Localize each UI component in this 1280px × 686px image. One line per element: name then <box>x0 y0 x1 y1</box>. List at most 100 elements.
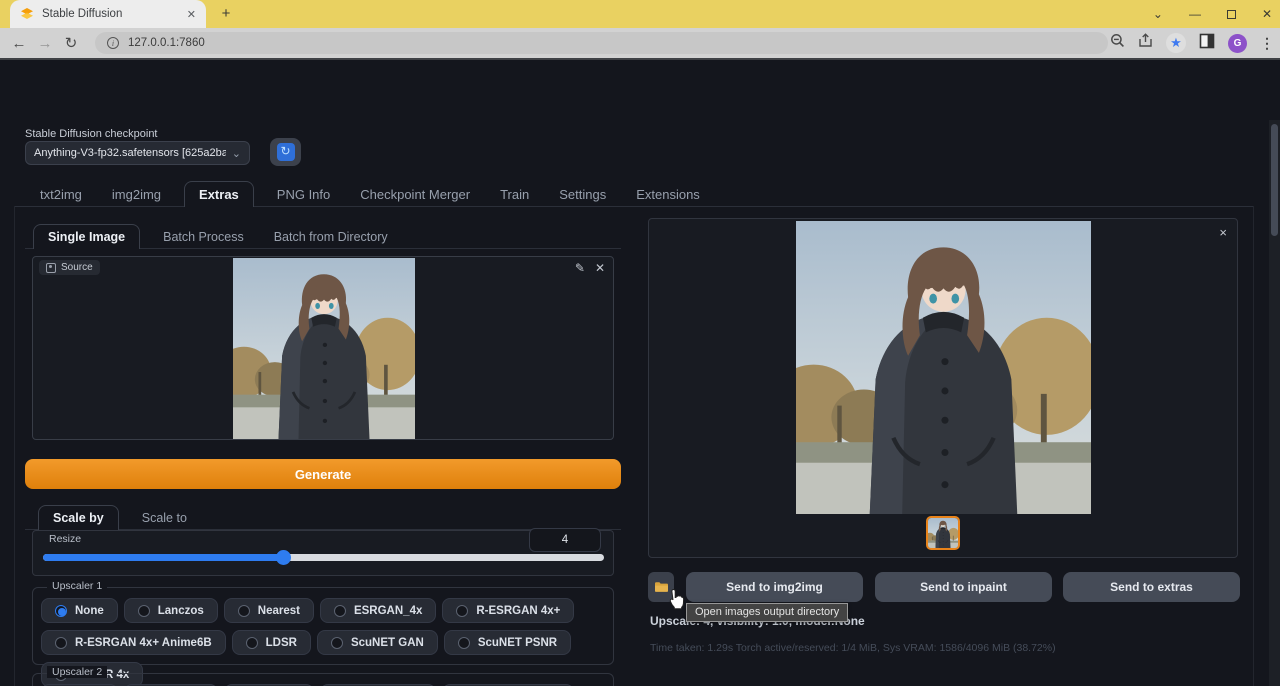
scrollbar-thumb[interactable] <box>1271 124 1278 236</box>
upscaler1-option-none[interactable]: None <box>41 598 118 623</box>
source-label-pill: Source <box>39 260 100 275</box>
main-tabs: txt2img img2img Extras PNG Info Checkpoint M… <box>25 179 715 207</box>
radio-icon <box>246 637 258 649</box>
favicon-icon <box>20 7 34 21</box>
browser-toolbar: ← → ↻ i 127.0.0.1:7860 ★ G ⋮ <box>0 28 1280 58</box>
share-icon[interactable] <box>1138 33 1153 53</box>
option-label: ScuNET PSNR <box>478 637 557 649</box>
zoom-icon[interactable] <box>1110 33 1125 53</box>
url-bar[interactable]: i 127.0.0.1:7860 <box>95 32 1108 54</box>
page-info-icon[interactable]: i <box>107 37 119 49</box>
tab-close-icon[interactable]: ✕ <box>187 8 196 21</box>
radio-icon <box>55 637 67 649</box>
slider-handle[interactable] <box>276 550 291 565</box>
tab-checkpoint-merger[interactable]: Checkpoint Merger <box>358 182 472 207</box>
browser-menu-icon[interactable]: ⋮ <box>1260 35 1274 52</box>
scale-tab-scale-to[interactable]: Scale to <box>140 506 189 530</box>
footer-stats-text: Time taken: 1.29s Torch active/reserved:… <box>650 642 1056 654</box>
browser-titlebar: Stable Diffusion ✕ + ⌄ — ✕ <box>0 0 1280 28</box>
upscaler1-option-scunet-psnr[interactable]: ScuNET PSNR <box>444 630 571 655</box>
upscaler1-option-lanczos[interactable]: Lanczos <box>124 598 218 623</box>
resize-label: Resize <box>49 533 81 545</box>
result-gallery-panel: × <box>648 218 1238 558</box>
minimize-button[interactable]: — <box>1189 7 1201 21</box>
close-gallery-icon[interactable]: × <box>1219 225 1227 240</box>
subtab-batch-process[interactable]: Batch Process <box>161 225 246 249</box>
edit-image-icon[interactable]: ✎ <box>575 261 585 275</box>
generate-button[interactable]: Generate <box>25 459 621 489</box>
back-button[interactable]: ← <box>6 35 32 52</box>
result-thumbnail-selected[interactable] <box>926 516 960 550</box>
browser-tab-title: Stable Diffusion <box>42 8 179 20</box>
source-label: Source <box>61 262 93 273</box>
webui-page: Stable Diffusion checkpoint Anything-V3-… <box>0 60 1280 686</box>
checkpoint-value: Anything-V3-fp32.safetensors [625a2ba2] <box>34 147 226 159</box>
scale-tabs: Scale by Scale to <box>30 501 202 530</box>
upscaler2-label: Upscaler 2 <box>47 666 107 678</box>
clear-image-icon[interactable]: ✕ <box>595 261 605 275</box>
radio-icon <box>138 605 150 617</box>
page-scrollbar[interactable] <box>1269 120 1280 686</box>
window-close-button[interactable]: ✕ <box>1262 7 1272 21</box>
resize-panel: Resize 4 <box>32 530 614 576</box>
option-label: ESRGAN_4x <box>354 605 422 617</box>
chevron-down-icon: ⌄ <box>232 147 241 160</box>
radio-icon <box>458 637 470 649</box>
refresh-checkpoint-button[interactable]: ↻ <box>270 138 301 166</box>
folder-icon <box>654 581 669 593</box>
upscaler2-group: Upscaler 2 NoneLanczosNearestESRGAN_4xR-… <box>32 673 614 686</box>
source-image[interactable] <box>233 258 415 439</box>
tab-png-info[interactable]: PNG Info <box>275 182 332 207</box>
tab-train[interactable]: Train <box>498 182 531 207</box>
tab-txt2img[interactable]: txt2img <box>38 182 84 207</box>
option-label: LDSR <box>266 637 297 649</box>
upscaler1-option-scunet-gan[interactable]: ScuNET GAN <box>317 630 438 655</box>
side-panel-icon[interactable] <box>1199 33 1215 54</box>
subtab-batch-from-directory[interactable]: Batch from Directory <box>272 225 390 249</box>
image-icon <box>46 263 56 273</box>
radio-icon <box>238 605 250 617</box>
url-text[interactable]: 127.0.0.1:7860 <box>128 37 205 49</box>
source-image-dropzone[interactable]: Source ✎ ✕ <box>32 256 614 440</box>
scale-tab-scale-by[interactable]: Scale by <box>38 505 119 530</box>
bookmark-star-icon[interactable]: ★ <box>1166 33 1186 53</box>
tab-search-chevron-icon[interactable]: ⌄ <box>1153 7 1163 21</box>
browser-tab[interactable]: Stable Diffusion ✕ <box>10 0 206 28</box>
resize-slider[interactable] <box>43 554 604 561</box>
resize-number-input[interactable]: 4 <box>529 528 601 552</box>
upscaler1-group: Upscaler 1 NoneLanczosNearestESRGAN_4xR-… <box>32 587 614 665</box>
new-tab-button[interactable]: + <box>218 6 234 22</box>
checkpoint-label: Stable Diffusion checkpoint <box>25 128 158 140</box>
option-label: R-ESRGAN 4x+ <box>476 605 560 617</box>
generate-label: Generate <box>295 467 351 482</box>
subtab-single-image[interactable]: Single Image <box>33 224 140 249</box>
result-image[interactable] <box>796 221 1091 514</box>
upscaler1-option-ldsr[interactable]: LDSR <box>232 630 311 655</box>
refresh-icon: ↻ <box>277 143 295 161</box>
upscaler1-option-nearest[interactable]: Nearest <box>224 598 314 623</box>
upscaler1-option-r-esrgan-4x-anime6b[interactable]: R-ESRGAN 4x+ Anime6B <box>41 630 226 655</box>
option-label: None <box>75 605 104 617</box>
button-send-to-img2img[interactable]: Send to img2img <box>686 572 863 602</box>
button-send-to-extras[interactable]: Send to extras <box>1063 572 1240 602</box>
upscaler1-option-r-esrgan-4x[interactable]: R-ESRGAN 4x+ <box>442 598 574 623</box>
option-label: Lanczos <box>158 605 204 617</box>
reload-button[interactable]: ↻ <box>58 34 84 52</box>
upscaler1-label: Upscaler 1 <box>47 580 107 592</box>
tab-settings[interactable]: Settings <box>557 182 608 207</box>
tab-img2img[interactable]: img2img <box>110 182 163 207</box>
option-label: ScuNET GAN <box>351 637 424 649</box>
radio-icon <box>55 605 67 617</box>
tab-extensions[interactable]: Extensions <box>634 182 702 207</box>
maximize-button[interactable] <box>1227 10 1236 19</box>
tab-extras[interactable]: Extras <box>184 181 254 207</box>
option-label: R-ESRGAN 4x+ Anime6B <box>75 637 212 649</box>
radio-icon <box>331 637 343 649</box>
profile-avatar[interactable]: G <box>1228 34 1247 53</box>
upscaler1-option-esrgan-4x[interactable]: ESRGAN_4x <box>320 598 436 623</box>
button-send-to-inpaint[interactable]: Send to inpaint <box>875 572 1052 602</box>
slider-fill <box>43 554 284 561</box>
radio-icon <box>334 605 346 617</box>
checkpoint-select[interactable]: Anything-V3-fp32.safetensors [625a2ba2] … <box>25 141 250 165</box>
forward-button[interactable]: → <box>32 35 58 52</box>
